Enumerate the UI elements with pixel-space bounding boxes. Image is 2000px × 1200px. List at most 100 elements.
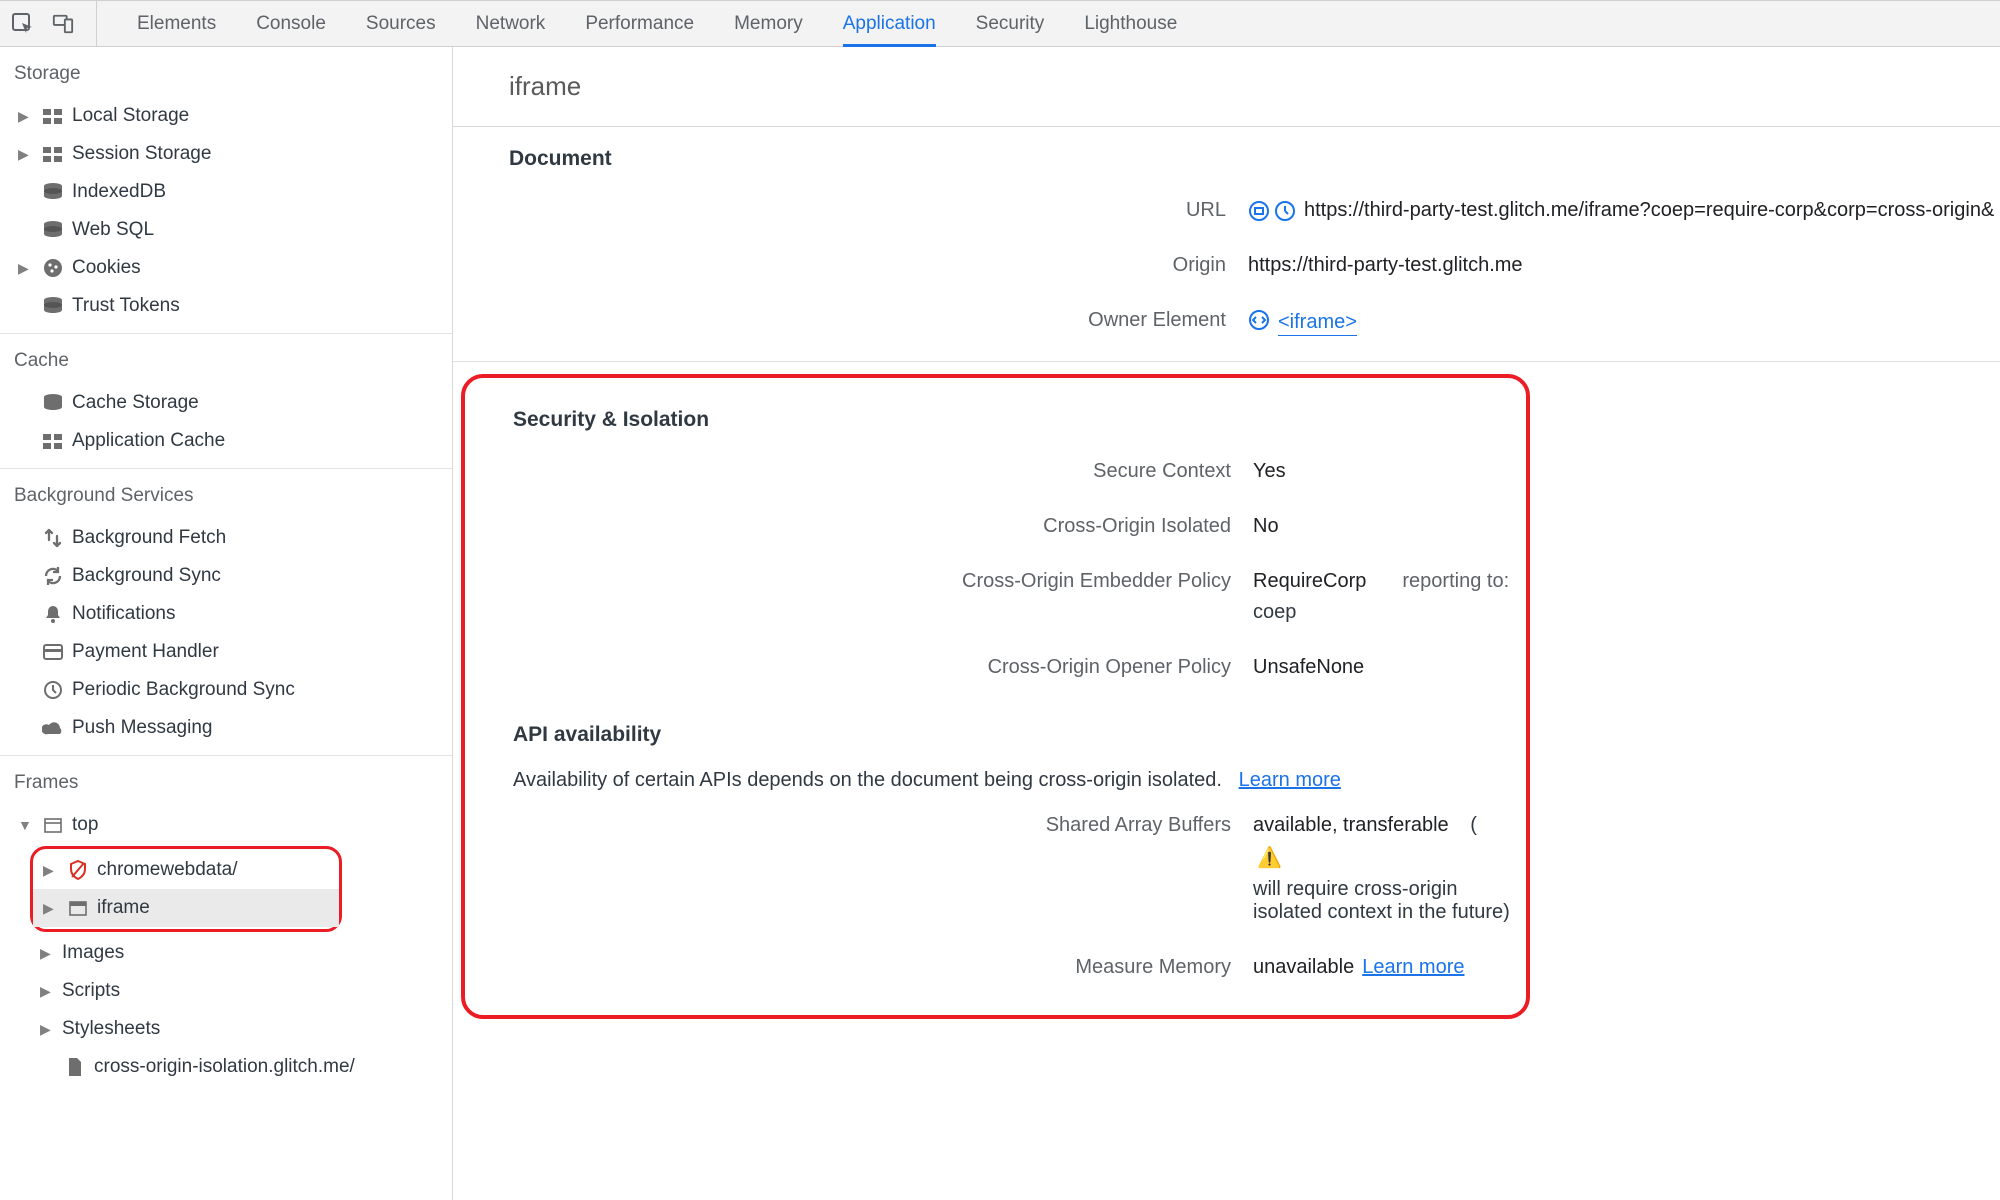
measure-memory-learn-more-link[interactable]: Learn more <box>1362 956 1464 979</box>
tab-application[interactable]: Application <box>843 1 936 46</box>
sidebar-item-cookies[interactable]: ▶ Cookies <box>0 249 452 287</box>
cookie-icon <box>40 258 66 278</box>
chevron-right-icon: ▶ <box>43 862 59 879</box>
devtools-tabs: Elements Console Sources Network Perform… <box>97 1 1177 46</box>
sidebar-item-session-storage[interactable]: ▶ Session Storage <box>0 135 452 173</box>
chevron-right-icon: ▶ <box>18 260 34 277</box>
chevron-right-icon: ▶ <box>18 146 34 163</box>
sidebar-item-label: Push Messaging <box>72 717 212 739</box>
code-icon <box>1248 309 1270 337</box>
sidebar-item-label: Images <box>62 942 124 964</box>
arrows-icon <box>40 528 66 548</box>
sidebar-item-indexeddb[interactable]: IndexedDB <box>0 173 452 211</box>
owner-label: Owner Element <box>453 309 1248 332</box>
reporting-to-value: coep <box>1253 601 1296 624</box>
toggle-device-icon[interactable] <box>52 13 74 35</box>
sidebar-item-label: Session Storage <box>72 143 211 165</box>
sidebar-title-frames: Frames <box>0 756 452 806</box>
sidebar-item-top-frame[interactable]: ▼ top <box>0 806 452 844</box>
sidebar-item-notifications[interactable]: Notifications <box>0 595 452 633</box>
sidebar-item-websql[interactable]: Web SQL <box>0 211 452 249</box>
api-learn-more-link[interactable]: Learn more <box>1239 769 1341 791</box>
inspect-icon[interactable] <box>12 13 34 35</box>
measure-memory-value: unavailable <box>1253 956 1354 979</box>
sidebar-section-frames: Frames ▼ top ▶ chromewebdata/ ▶ iframe <box>0 756 452 1094</box>
sidebar-item-push[interactable]: Push Messaging <box>0 709 452 747</box>
sidebar-section-background: Background Services Background Fetch Bac… <box>0 469 452 756</box>
url-badge-icons[interactable] <box>1248 200 1296 222</box>
sidebar-title-cache: Cache <box>0 334 452 384</box>
sidebar-item-chromewebdata[interactable]: ▶ chromewebdata/ <box>33 851 339 889</box>
database-icon <box>40 297 66 315</box>
origin-value: https://third-party-test.glitch.me <box>1248 254 1523 277</box>
tab-console[interactable]: Console <box>256 1 326 46</box>
coi-value: No <box>1253 515 1279 538</box>
sync-icon <box>40 566 66 586</box>
secure-context-value: Yes <box>1253 460 1286 483</box>
sidebar-item-label: iframe <box>97 897 150 919</box>
sidebar-title-storage: Storage <box>0 47 452 97</box>
warning-icon: ⚠️ <box>1257 845 1282 870</box>
sidebar-item-trust-tokens[interactable]: Trust Tokens <box>0 287 452 325</box>
grid-icon <box>40 434 66 449</box>
frame-icon <box>65 901 91 916</box>
sidebar-item-label: chromewebdata/ <box>97 859 237 881</box>
sidebar-item-label: Notifications <box>72 603 176 625</box>
sab-label: Shared Array Buffers <box>465 814 1253 837</box>
shield-red-icon <box>65 860 91 880</box>
cloud-icon <box>40 720 66 736</box>
sidebar-item-bg-fetch[interactable]: Background Fetch <box>0 519 452 557</box>
sidebar-item-label: Local Storage <box>72 105 189 127</box>
sidebar-item-local-storage[interactable]: ▶ Local Storage <box>0 97 452 135</box>
tab-performance[interactable]: Performance <box>585 1 694 46</box>
coop-value: UnsafeNone <box>1253 656 1364 679</box>
tab-security[interactable]: Security <box>976 1 1045 46</box>
sidebar-item-label: Web SQL <box>72 219 154 241</box>
sidebar-item-images[interactable]: ▶ Images <box>0 934 452 972</box>
sidebar-item-app-cache[interactable]: Application Cache <box>0 422 452 460</box>
sidebar-item-scripts[interactable]: ▶ Scripts <box>0 972 452 1010</box>
bell-icon <box>40 604 66 624</box>
tab-network[interactable]: Network <box>476 1 546 46</box>
reload-icon <box>1274 200 1296 222</box>
main-panel: iframe Document URL https://third-party-… <box>453 47 2000 1200</box>
grid-icon <box>40 109 66 124</box>
chevron-right-icon: ▶ <box>40 945 56 962</box>
tab-sources[interactable]: Sources <box>366 1 436 46</box>
tab-memory[interactable]: Memory <box>734 1 803 46</box>
owner-element-link[interactable]: <iframe> <box>1278 311 1357 336</box>
sidebar-item-label: Stylesheets <box>62 1018 160 1040</box>
url-value: https://third-party-test.glitch.me/ifram… <box>1304 199 1994 222</box>
clock-icon <box>40 680 66 700</box>
sidebar-item-label: Cookies <box>72 257 141 279</box>
sidebar-item-iframe[interactable]: ▶ iframe <box>33 889 339 927</box>
sidebar-section-storage: Storage ▶ Local Storage ▶ Session Storag… <box>0 47 452 334</box>
sidebar-item-bg-sync[interactable]: Background Sync <box>0 557 452 595</box>
sidebar-item-cache-storage[interactable]: Cache Storage <box>0 384 452 422</box>
document-heading: Document <box>453 127 2000 183</box>
chevron-right-icon: ▶ <box>40 983 56 1000</box>
sidebar-item-glitch-doc[interactable]: cross-origin-isolation.glitch.me/ <box>0 1048 452 1086</box>
frame-title: iframe <box>453 47 2000 127</box>
tab-elements[interactable]: Elements <box>137 1 216 46</box>
sidebar-section-cache: Cache Cache Storage Application Cache <box>0 334 452 469</box>
chevron-right-icon: ▶ <box>18 108 34 125</box>
sidebar-item-label: Payment Handler <box>72 641 219 663</box>
api-heading: API availability <box>465 695 1516 759</box>
tab-lighthouse[interactable]: Lighthouse <box>1084 1 1177 46</box>
coi-label: Cross-Origin Isolated <box>465 515 1253 538</box>
sidebar-item-label: IndexedDB <box>72 181 166 203</box>
devtools-topbar: Elements Console Sources Network Perform… <box>0 0 2000 47</box>
sidebar-item-label: Cache Storage <box>72 392 199 414</box>
database-icon <box>40 221 66 239</box>
measure-memory-label: Measure Memory <box>465 956 1253 979</box>
sidebar-item-payment-handler[interactable]: Payment Handler <box>0 633 452 671</box>
sidebar-item-periodic-sync[interactable]: Periodic Background Sync <box>0 671 452 709</box>
document-section: Document URL https://third-party-test.gl… <box>453 127 2000 362</box>
sidebar-item-stylesheets[interactable]: ▶ Stylesheets <box>0 1010 452 1048</box>
coep-label: Cross-Origin Embedder Policy <box>465 570 1253 593</box>
sidebar-item-label: Periodic Background Sync <box>72 679 295 701</box>
reporting-to-label: reporting to: <box>1402 570 1509 593</box>
sidebar-item-label: Application Cache <box>72 430 225 452</box>
sidebar-item-label: cross-origin-isolation.glitch.me/ <box>94 1056 355 1078</box>
